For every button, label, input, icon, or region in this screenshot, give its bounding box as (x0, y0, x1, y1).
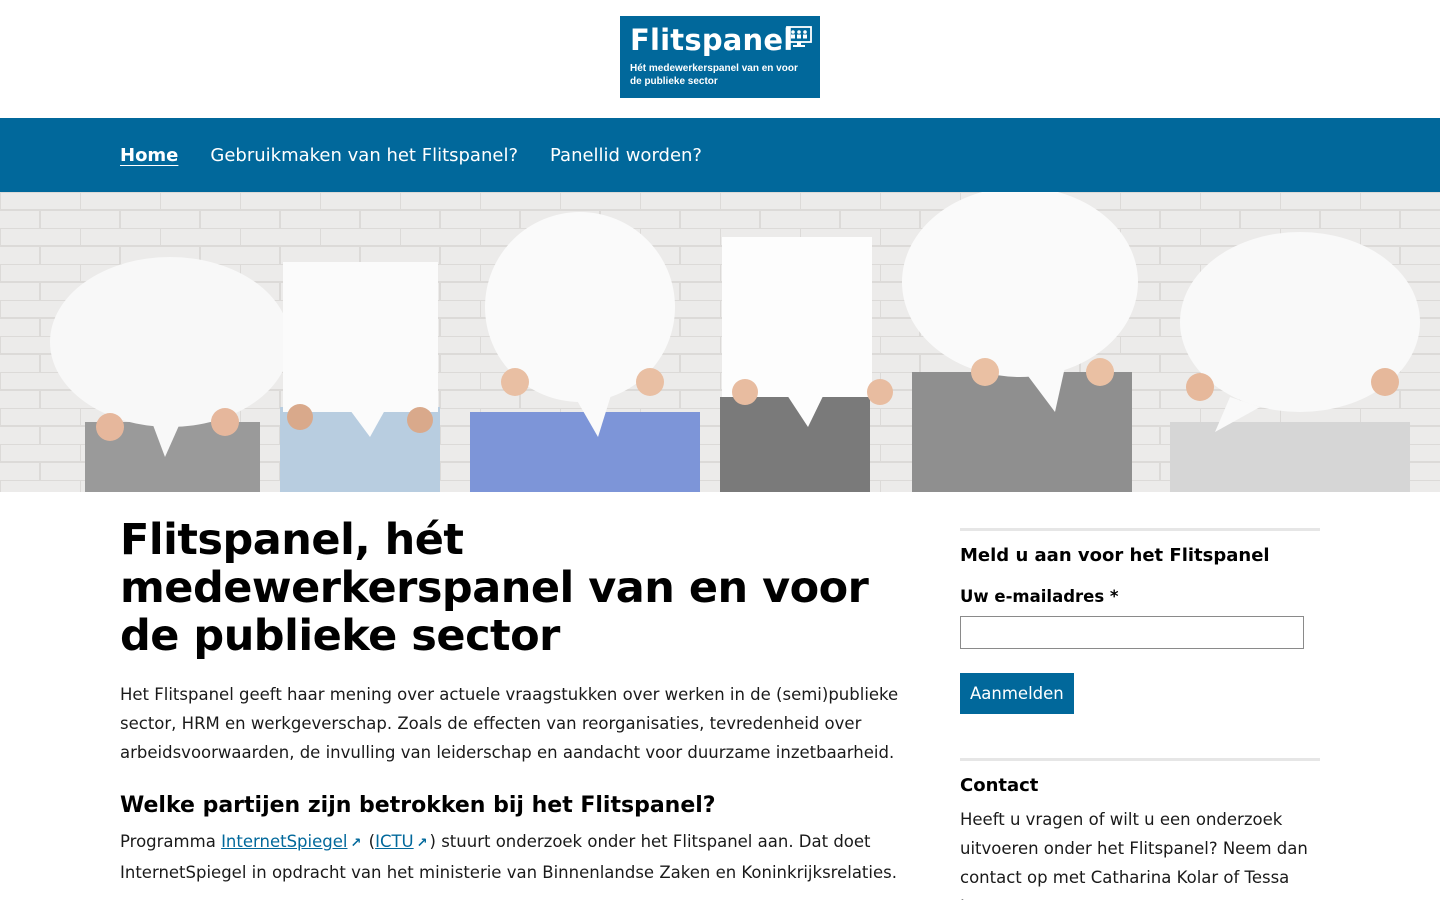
site-header: Flitspanel Hét medewerkerspanel van en v… (0, 0, 1440, 118)
main-navigation: Home Gebruikmaken van het Flitspanel? Pa… (0, 118, 1440, 192)
monitor-people-icon (786, 26, 812, 47)
speech-bubbles-illustration (0, 192, 1440, 492)
email-label: Uw e-mailadres * (960, 587, 1119, 606)
hero-image (0, 192, 1440, 492)
internetspiegel-link[interactable]: InternetSpiegel (221, 832, 347, 851)
intro-paragraph: Het Flitspanel geeft haar mening over ac… (120, 685, 899, 762)
nav-item-panellid-worden[interactable]: Panellid worden? (550, 145, 702, 166)
logo-title: Flitspanel (630, 23, 794, 57)
ictu-link[interactable]: ICTU (375, 832, 414, 851)
signup-block: Meld u aan voor het Flitspanel Uw e-mail… (960, 528, 1320, 714)
contact-text: Heeft u vragen of wilt u een onderzoek u… (960, 810, 1308, 900)
flitspanel-logo[interactable]: Flitspanel Hét medewerkerspanel van en v… (620, 16, 820, 98)
section-title: Welke partijen zijn betrokken bij het Fl… (120, 793, 716, 818)
logo-subtitle-line1: Hét medewerkerspanel van en voor (630, 63, 798, 74)
logo-subtitle-line2: de publieke sector (630, 76, 718, 87)
external-link-icon: ↗ (416, 836, 428, 851)
nav-item-home[interactable]: Home (120, 145, 178, 166)
contact-block: Contact Heeft u vragen of wilt u een ond… (960, 758, 1320, 900)
signup-title: Meld u aan voor het Flitspanel (960, 545, 1270, 566)
main-content: Flitspanel, hét medewerkerspanel van en … (120, 516, 920, 887)
page-title: Flitspanel, hét medewerkerspanel van en … (120, 515, 869, 661)
email-field[interactable] (960, 616, 1304, 649)
aanmelden-button[interactable]: Aanmelden (960, 673, 1074, 714)
nav-item-gebruikmaken[interactable]: Gebruikmaken van het Flitspanel? (210, 145, 518, 166)
contact-title: Contact (960, 775, 1039, 796)
sidebar: Meld u aan voor het Flitspanel Uw e-mail… (960, 528, 1320, 900)
external-link-icon: ↗ (350, 836, 362, 851)
section-paragraph: Programma InternetSpiegel ↗ (ICTU ↗) stuur… (120, 827, 920, 887)
section-text-prefix: Programma (120, 832, 216, 851)
